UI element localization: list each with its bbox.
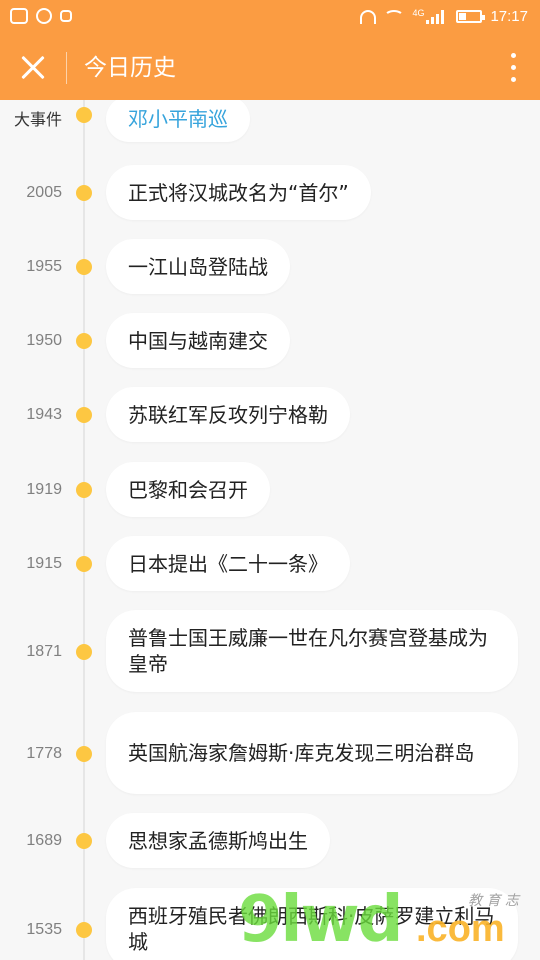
event-text: 英国航海家詹姆斯·库克发现三明治群岛 <box>128 741 475 765</box>
event-card[interactable]: 思想家孟德斯鸠出生 <box>106 813 330 868</box>
timeline-year: 1955 <box>26 258 62 275</box>
history-timeline[interactable]: 大事件 邓小平南巡 2005 正式将汉城改名为“首尔” 1955 一江山岛登陆战… <box>0 100 540 960</box>
event-card[interactable]: 一江山岛登陆战 <box>106 239 290 294</box>
timeline-dot <box>76 556 92 572</box>
appbar-divider <box>66 52 67 84</box>
app-icon <box>10 8 28 24</box>
timeline-dot <box>76 644 92 660</box>
timeline-line <box>83 100 85 960</box>
status-time: 17:17 <box>490 8 528 25</box>
timeline-year: 大事件 <box>13 110 62 129</box>
event-text: 巴黎和会召开 <box>128 477 248 502</box>
timeline-dot <box>76 259 92 275</box>
wifi-icon <box>384 9 405 24</box>
timeline-dot <box>76 922 92 938</box>
close-icon[interactable] <box>14 49 52 87</box>
event-card[interactable]: 苏联红军反攻列宁格勒 <box>106 387 350 442</box>
network-type: 4G <box>412 7 425 18</box>
timeline-year: 1919 <box>26 481 62 498</box>
timeline-year: 1535 <box>26 921 62 938</box>
status-right-icons: 4G 17:17 <box>360 8 528 25</box>
timeline-dot <box>76 482 92 498</box>
timeline-dot <box>76 746 92 762</box>
event-card[interactable]: 中国与越南建交 <box>106 313 290 368</box>
event-text: 中国与越南建交 <box>128 328 268 353</box>
timeline-year: 1871 <box>26 643 62 660</box>
event-card[interactable]: 英国航海家詹姆斯·库克发现三明治群岛 <box>106 712 518 794</box>
headset-icon <box>360 9 377 24</box>
timeline-year: 1778 <box>26 745 62 762</box>
more-vertical-icon[interactable] <box>508 52 518 84</box>
event-card[interactable]: 普鲁士国王威廉一世在凡尔赛宫登基成为皇帝 <box>106 610 518 692</box>
event-text: 正式将汉城改名为“首尔” <box>128 180 349 205</box>
timeline-year: 1915 <box>26 555 62 572</box>
event-text: 思想家孟德斯鸠出生 <box>128 828 308 853</box>
timeline-dot <box>76 107 92 123</box>
event-text: 普鲁士国王威廉一世在凡尔赛宫登基成为皇帝 <box>128 626 488 676</box>
status-bar: 4G 17:17 <box>0 0 540 36</box>
signal-icon <box>426 9 448 24</box>
event-text: 西班牙殖民者佛朗西斯科·皮萨罗建立利马城 <box>128 904 495 954</box>
event-text: 邓小平南巡 <box>128 107 228 131</box>
timeline-dot <box>76 833 92 849</box>
event-text: 苏联红军反攻列宁格勒 <box>128 402 328 427</box>
event-card[interactable]: 巴黎和会召开 <box>106 462 270 517</box>
event-card[interactable]: 西班牙殖民者佛朗西斯科·皮萨罗建立利马城 <box>106 888 518 960</box>
alipay-icon <box>60 10 72 22</box>
app-bar: 今日历史 <box>0 36 540 100</box>
battery-icon <box>456 10 486 23</box>
timeline-dot <box>76 407 92 423</box>
timeline-year: 1950 <box>26 332 62 349</box>
event-text: 日本提出《二十一条》 <box>128 551 328 576</box>
page-title: 今日历史 <box>84 55 176 81</box>
event-text: 一江山岛登陆战 <box>128 254 268 279</box>
timeline-dot <box>76 333 92 349</box>
timeline-year: 1689 <box>26 832 62 849</box>
event-card[interactable]: 正式将汉城改名为“首尔” <box>106 165 371 220</box>
swirl-icon <box>36 8 52 24</box>
timeline-year: 1943 <box>26 406 62 423</box>
timeline-dot <box>76 185 92 201</box>
status-left-icons <box>10 8 72 24</box>
event-card[interactable]: 邓小平南巡 <box>106 100 250 142</box>
event-card[interactable]: 日本提出《二十一条》 <box>106 536 350 591</box>
timeline-year: 2005 <box>26 184 62 201</box>
